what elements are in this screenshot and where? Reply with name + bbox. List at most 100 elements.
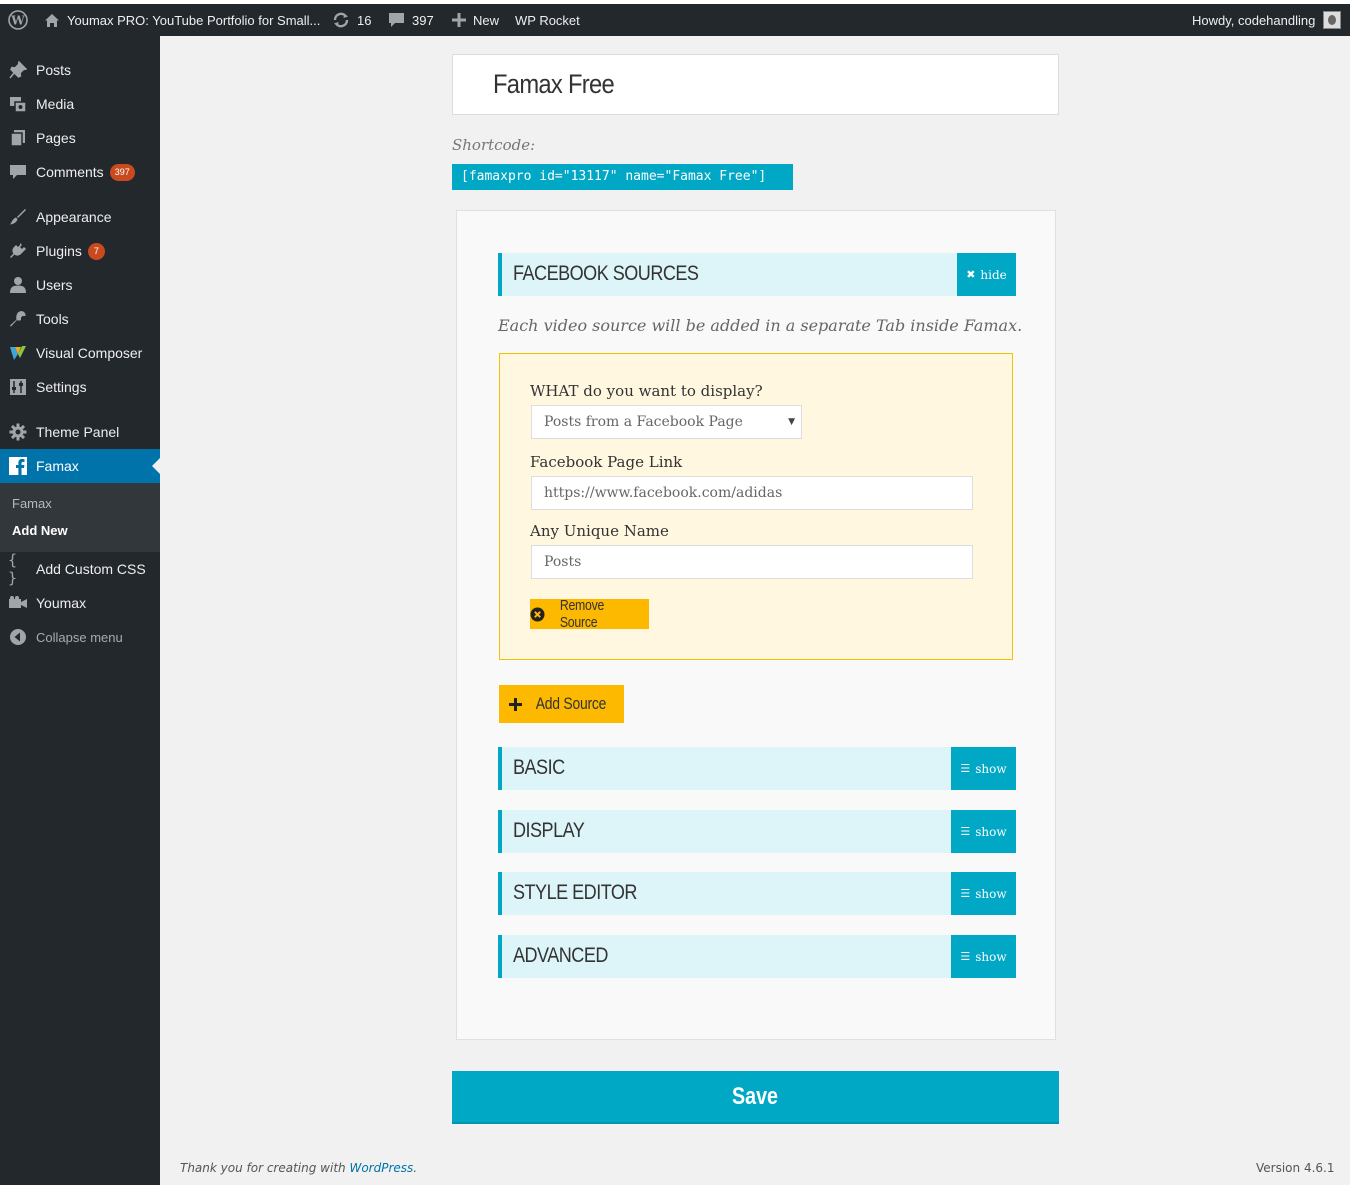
show-button[interactable]: ☰ show xyxy=(951,872,1016,915)
sidebar-item-users[interactable]: Users xyxy=(0,268,160,302)
display-type-value: Posts from a Facebook Page xyxy=(544,414,743,430)
basic-section-header[interactable]: BASIC ☰ show xyxy=(498,747,1016,790)
unique-name-value: Posts xyxy=(544,554,582,570)
collapse-icon xyxy=(8,627,28,647)
close-icon: ✖ xyxy=(966,268,976,281)
sidebar-item-plugins[interactable]: Plugins 7 xyxy=(0,234,160,268)
sidebar-item-label: Add Custom CSS xyxy=(36,561,146,577)
famax-submenu: Famax Add New xyxy=(0,483,160,552)
sidebar-item-add-custom-css[interactable]: { } Add Custom CSS xyxy=(0,551,160,587)
hide-button-label: hide xyxy=(980,267,1007,282)
plus-icon xyxy=(452,13,466,27)
display-type-select[interactable]: Posts from a Facebook Page ▼ xyxy=(531,405,802,439)
sidebar-item-label: Users xyxy=(36,277,73,293)
avatar xyxy=(1323,11,1342,29)
menu-icon: ☰ xyxy=(960,950,971,963)
updates-count: 16 xyxy=(357,12,372,28)
menu-icon: ☰ xyxy=(960,887,971,900)
site-name: Youmax PRO: YouTube Portfolio for Small.… xyxy=(67,12,321,28)
hide-button[interactable]: ✖ hide xyxy=(957,253,1016,296)
sidebar-item-pages[interactable]: Pages xyxy=(0,121,160,155)
remove-source-label: Remove Source xyxy=(559,597,605,631)
sidebar-item-posts[interactable]: Posts xyxy=(0,53,160,87)
shortcode-value[interactable]: [famaxpro id="13117" name="Famax Free"] xyxy=(452,164,793,190)
sidebar-item-label: Media xyxy=(36,96,75,112)
updates-link[interactable]: 16 xyxy=(332,4,371,36)
sidebar-item-appearance[interactable]: Appearance xyxy=(0,200,160,234)
sidebar-item-comments[interactable]: Comments 397 xyxy=(0,155,160,189)
section-title: STYLE EDITOR xyxy=(513,881,637,904)
sidebar-item-label: Famax xyxy=(36,458,79,474)
add-source-button[interactable]: Add Source xyxy=(499,685,624,723)
wordpress-link[interactable]: WordPress xyxy=(349,1161,413,1175)
new-label: New xyxy=(473,12,500,28)
style-editor-section-header[interactable]: STYLE EDITOR ☰ show xyxy=(498,872,1016,915)
sidebar-item-label: Theme Panel xyxy=(36,424,120,440)
comments-link[interactable]: 397 xyxy=(388,4,434,36)
section-title: FACEBOOK SOURCES xyxy=(513,262,699,285)
sidebar-item-settings[interactable]: Settings xyxy=(0,370,160,404)
page-link-label: Facebook Page Link xyxy=(530,453,683,471)
pages-icon xyxy=(8,128,28,148)
display-section-header[interactable]: DISPLAY ☰ show xyxy=(498,810,1016,853)
footer-credit: Thank you for creating with WordPress. xyxy=(180,1161,417,1175)
user-icon xyxy=(8,275,28,295)
comment-icon xyxy=(388,12,405,28)
page-link-value: https://www.facebook.com/adidas xyxy=(544,485,783,501)
advanced-section-header[interactable]: ADVANCED ☰ show xyxy=(498,935,1016,978)
sidebar-item-label: Visual Composer xyxy=(36,345,143,361)
add-source-label: Add Source xyxy=(535,694,607,713)
submenu-item-add-new[interactable]: Add New xyxy=(12,523,68,538)
save-button[interactable]: Save xyxy=(452,1071,1059,1124)
sidebar-item-media[interactable]: Media xyxy=(0,87,160,121)
plus-icon xyxy=(509,697,523,711)
sidebar-item-label: Appearance xyxy=(36,209,112,225)
comment-icon xyxy=(8,162,28,182)
sidebar-item-label: Comments xyxy=(36,164,104,180)
settings-icon xyxy=(8,377,28,397)
show-button[interactable]: ☰ show xyxy=(951,810,1016,853)
sidebar-item-label: Settings xyxy=(36,379,87,395)
section-title: ADVANCED xyxy=(513,944,608,967)
video-icon xyxy=(8,593,28,613)
collapse-menu-button[interactable]: Collapse menu xyxy=(0,620,160,654)
chevron-down-icon: ▼ xyxy=(788,417,795,427)
wordpress-logo-icon[interactable]: W xyxy=(8,4,28,36)
gear-icon xyxy=(8,422,28,442)
sidebar-item-label: Plugins xyxy=(36,243,82,259)
facebook-sources-header[interactable]: FACEBOOK SOURCES ✖ hide xyxy=(498,253,1016,296)
remove-source-button[interactable]: Remove Source xyxy=(530,597,649,631)
svg-text:W: W xyxy=(10,14,25,28)
footer-version: Version 4.6.1 xyxy=(1256,1161,1335,1175)
section-title: BASIC xyxy=(513,756,565,779)
submenu-item-famax[interactable]: Famax xyxy=(12,496,52,511)
unique-name-label: Any Unique Name xyxy=(530,522,669,540)
site-name-link[interactable]: Youmax PRO: YouTube Portfolio for Small.… xyxy=(44,4,320,36)
wp-rocket-label: WP Rocket xyxy=(515,12,580,28)
new-content-link[interactable]: New xyxy=(452,4,499,36)
title-input[interactable]: Famax Free xyxy=(452,54,1059,115)
wp-rocket-link[interactable]: WP Rocket xyxy=(515,4,580,36)
show-button[interactable]: ☰ show xyxy=(951,935,1016,978)
page-link-input[interactable]: https://www.facebook.com/adidas xyxy=(531,476,973,510)
sources-description: Each video source will be added in a sep… xyxy=(498,316,1023,335)
what-label: WHAT do you want to display? xyxy=(530,382,763,400)
show-button-label: show xyxy=(975,824,1007,839)
refresh-icon xyxy=(332,11,350,29)
save-button-label: Save xyxy=(732,1082,779,1110)
sidebar-item-youmax[interactable]: Youmax xyxy=(0,586,160,620)
sidebar-item-label: Posts xyxy=(36,62,72,78)
footer-credit-prefix: Thank you for creating with xyxy=(180,1161,350,1175)
unique-name-input[interactable]: Posts xyxy=(531,545,973,579)
sidebar-item-famax[interactable]: Famax xyxy=(0,449,160,483)
account-link[interactable]: Howdy, codehandling xyxy=(1192,4,1342,36)
footer-credit-suffix: . xyxy=(413,1161,418,1175)
sidebar-item-visual-composer[interactable]: Visual Composer xyxy=(0,336,160,370)
plugins-badge: 7 xyxy=(87,242,105,260)
show-button[interactable]: ☰ show xyxy=(951,747,1016,790)
sidebar-item-theme-panel[interactable]: Theme Panel xyxy=(0,415,160,449)
collapse-menu-label: Collapse menu xyxy=(36,629,123,645)
sidebar-item-tools[interactable]: Tools xyxy=(0,302,160,336)
vc-icon xyxy=(8,343,28,363)
remove-icon xyxy=(530,607,545,622)
